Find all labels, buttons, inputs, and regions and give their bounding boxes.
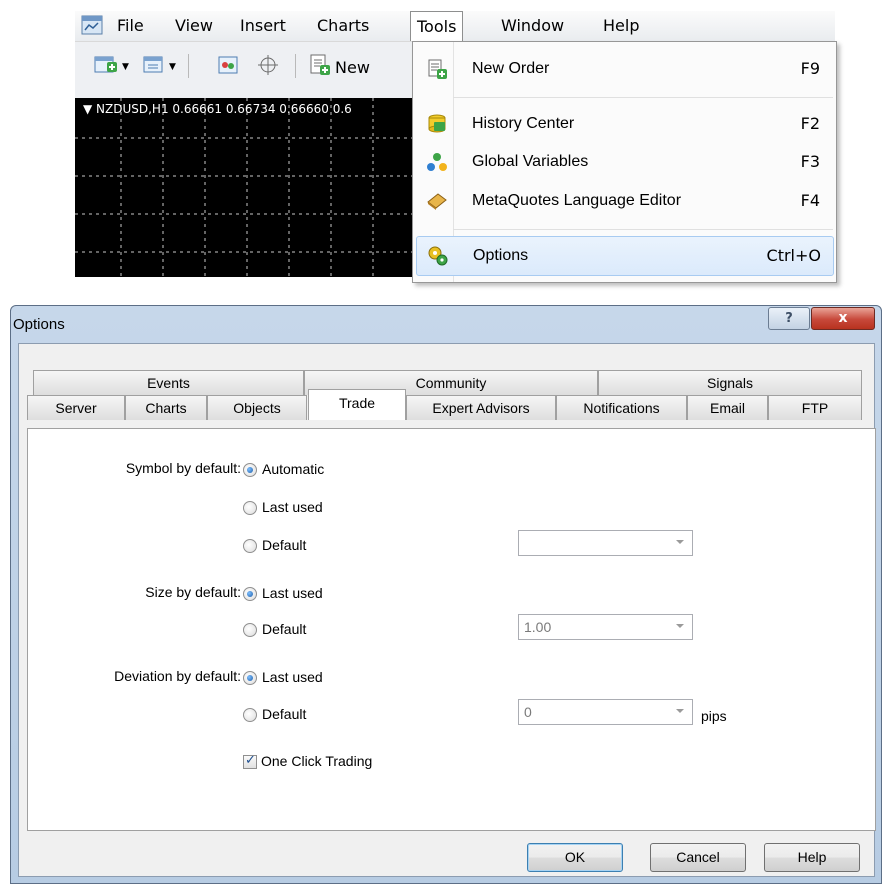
one-click-trading-checkbox[interactable]: ✓: [243, 753, 257, 769]
menu-item-shortcut: F4: [800, 191, 820, 210]
help-button[interactable]: Help: [764, 843, 860, 872]
menu-item-history-center[interactable]: History Center F2: [416, 105, 832, 143]
history-center-icon: [428, 114, 446, 133]
new-order-icon: [428, 59, 447, 79]
tab-signals[interactable]: Signals: [598, 370, 862, 395]
combo-value: 0: [524, 704, 532, 720]
radio-label: Default: [262, 537, 307, 553]
tab-events[interactable]: Events: [33, 370, 304, 395]
menu-item-label: MetaQuotes Language Editor: [472, 192, 682, 209]
menu-tools[interactable]: Tools: [410, 11, 464, 41]
menu-item-label: Global Variables: [472, 153, 589, 170]
app-window: File View Insert Charts Tools Window Hel…: [75, 11, 837, 283]
symbol-default-label: Symbol by default:: [125, 460, 241, 476]
chevron-down-icon: [676, 540, 684, 544]
symbol-automatic-radio[interactable]: [243, 463, 257, 477]
global-variables-icon: [427, 153, 447, 171]
deviation-combo[interactable]: 0: [518, 699, 693, 725]
tab-server[interactable]: Server: [27, 395, 125, 420]
menu-item-shortcut: F2: [800, 114, 820, 133]
menu-item-metaeditor[interactable]: MetaQuotes Language Editor F4: [416, 182, 832, 220]
chevron-down-icon: [676, 709, 684, 713]
radio-label: Last used: [262, 499, 323, 515]
market-watch-icon[interactable]: [215, 52, 241, 78]
menu-view[interactable]: View: [169, 11, 219, 41]
symbol-default-radio[interactable]: [243, 539, 257, 553]
toolbar-separator: [295, 54, 296, 78]
checkmark-icon: ✓: [245, 753, 256, 768]
menu-separator: [453, 229, 833, 230]
menu-item-global-variables[interactable]: Global Variables F3: [416, 143, 832, 181]
menu-item-new-order[interactable]: New Order F9: [416, 50, 832, 88]
ok-button[interactable]: OK: [527, 843, 623, 872]
cancel-button[interactable]: Cancel: [650, 843, 746, 872]
profiles-icon[interactable]: [141, 52, 167, 78]
chevron-down-icon[interactable]: ▼: [122, 62, 129, 72]
dialog-title: Options: [13, 316, 65, 333]
new-order-button-label[interactable]: New: [335, 58, 370, 77]
new-order-icon[interactable]: [307, 52, 333, 78]
menu-window[interactable]: Window: [495, 11, 570, 41]
menu-item-shortcut: F3: [800, 152, 820, 171]
chart-grid: [75, 98, 415, 277]
tab-objects[interactable]: Objects: [207, 395, 307, 420]
options-dialog: Options ? x Events Community Signals Ser…: [10, 305, 882, 884]
tools-menu: New Order F9 History Center F2 Global Va…: [412, 41, 837, 283]
menu-item-label: History Center: [472, 115, 575, 132]
price-chart: ▼ NZDUSD,H1 0.66661 0.66734 0.66660 0.6: [75, 98, 415, 277]
trade-tab-panel: [27, 428, 876, 831]
menu-item-shortcut: Ctrl+O: [766, 246, 821, 265]
menu-file[interactable]: File: [111, 11, 150, 41]
chevron-down-icon[interactable]: ▼: [169, 62, 176, 72]
deviation-default-label: Deviation by default:: [114, 668, 241, 684]
deviation-default-radio[interactable]: [243, 708, 257, 722]
app-icon: [81, 15, 103, 35]
size-combo[interactable]: 1.00: [518, 614, 693, 640]
menu-item-shortcut: F9: [800, 59, 820, 78]
deviation-unit-label: pips: [701, 708, 727, 724]
radio-label: Default: [262, 706, 307, 722]
menu-item-label: Options: [473, 247, 529, 264]
chart-symbol-label: ▼ NZDUSD,H1 0.66661 0.66734 0.66660 0.6: [83, 102, 352, 116]
size-default-label: Size by default:: [145, 584, 241, 600]
symbol-combo[interactable]: [518, 530, 693, 556]
symbol-last-used-radio[interactable]: [243, 501, 257, 515]
radio-label: Default: [262, 621, 307, 637]
tab-email[interactable]: Email: [687, 395, 768, 420]
tab-expert-advisors[interactable]: Expert Advisors: [406, 395, 556, 420]
menu-item-options[interactable]: Options Ctrl+O: [416, 236, 834, 276]
tab-ftp[interactable]: FTP: [768, 395, 862, 420]
menu-charts[interactable]: Charts: [311, 11, 375, 41]
chevron-down-icon: [676, 624, 684, 628]
radio-label: Last used: [262, 585, 323, 601]
deviation-last-used-radio[interactable]: [243, 671, 257, 685]
one-click-trading-label: One Click Trading: [261, 753, 373, 769]
tab-trade[interactable]: Trade: [308, 389, 406, 420]
close-button[interactable]: x: [811, 307, 875, 330]
size-last-used-radio[interactable]: [243, 587, 257, 601]
radio-label: Last used: [262, 669, 323, 685]
tab-notifications[interactable]: Notifications: [556, 395, 687, 420]
menu-help[interactable]: Help: [597, 11, 645, 41]
size-default-radio[interactable]: [243, 623, 257, 637]
radio-label: Automatic: [262, 461, 325, 477]
menubar: File View Insert Charts Tools Window Hel…: [75, 11, 835, 42]
menu-item-label: New Order: [472, 60, 550, 77]
metaeditor-icon: [427, 193, 447, 210]
new-chart-icon[interactable]: [93, 52, 119, 78]
crosshair-icon[interactable]: [255, 52, 281, 78]
tab-charts[interactable]: Charts: [125, 395, 207, 420]
menu-insert[interactable]: Insert: [234, 11, 292, 41]
options-icon: [428, 246, 448, 266]
menu-separator: [453, 97, 833, 98]
combo-value: 1.00: [524, 619, 552, 635]
toolbar-separator: [188, 54, 189, 78]
help-title-button[interactable]: ?: [768, 307, 810, 330]
